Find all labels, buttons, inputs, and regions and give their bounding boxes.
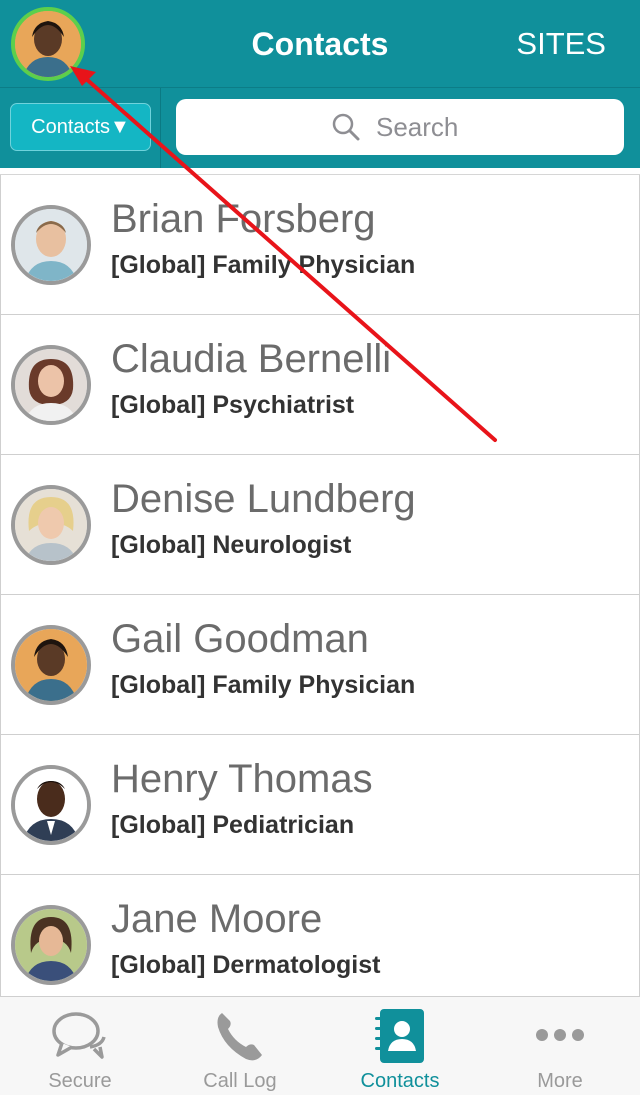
search-icon [332,113,360,141]
contact-name: Brian Forsberg [111,197,376,241]
search-input[interactable]: Search [176,99,624,155]
contact-role: [Global] Family Physician [111,251,416,279]
tab-secure-messages[interactable]: Secure Messages [0,997,160,1095]
contacts-scope-dropdown[interactable]: Contacts▼ [10,103,151,151]
bottom-tab-bar: Secure Messages Call Log Contacts More [0,996,640,1095]
person-photo-icon [15,489,87,561]
contact-name: Jane Moore [111,897,323,941]
address-book-icon [375,1009,424,1063]
toolbar-divider [160,88,161,168]
contact-avatar [11,905,91,985]
person-photo-icon [15,629,87,701]
person-photo-icon [15,209,87,281]
contact-role: [Global] Pediatrician [111,811,355,839]
contact-row[interactable]: Jane Moore [Global] Dermatologist [0,875,640,996]
contact-row[interactable]: Denise Lundberg [Global] Neurologist [0,455,640,595]
tab-label: More [537,1070,583,1092]
contact-avatar [11,205,91,285]
contact-role: [Global] Family Physician [111,671,416,699]
contact-row[interactable]: Brian Forsberg [Global] Family Physician [0,175,640,315]
contact-role: [Global] Psychiatrist [111,391,355,419]
search-placeholder: Search [376,112,459,142]
contact-avatar [11,485,91,565]
contact-row[interactable]: Gail Goodman [Global] Family Physician [0,595,640,735]
contact-row[interactable]: Henry Thomas [Global] Pediatrician [0,735,640,875]
tab-label: Call Log [203,1070,277,1092]
tab-call-log[interactable]: Call Log [160,997,320,1095]
person-photo-icon [15,909,87,981]
person-photo-icon [15,349,87,421]
chat-bubbles-icon [52,1012,106,1059]
search-toolbar: Contacts▼ Search [0,88,640,168]
contact-role: [Global] Dermatologist [111,951,381,979]
top-bar: Contacts SITES [0,0,640,88]
tab-label: Contacts [360,1070,440,1092]
contact-name: Henry Thomas [111,757,373,801]
more-dots-icon [536,1029,584,1041]
contact-avatar [11,765,91,845]
contact-name: Claudia Bernelli [111,337,392,381]
contact-name: Denise Lundberg [111,477,416,521]
tab-label: Secure Messages [34,1070,125,1095]
contacts-list: Brian Forsberg [Global] Family Physician… [0,174,640,996]
contact-name: Gail Goodman [111,617,369,661]
contact-role: [Global] Neurologist [111,531,352,559]
contact-avatar [11,625,91,705]
contact-row[interactable]: Claudia Bernelli [Global] Psychiatrist [0,315,640,455]
contact-avatar [11,345,91,425]
tab-contacts[interactable]: Contacts [320,997,480,1095]
tab-more[interactable]: More [480,997,640,1095]
phone-icon [217,1013,262,1061]
person-photo-icon [15,769,87,841]
sites-button[interactable]: SITES [516,0,606,88]
